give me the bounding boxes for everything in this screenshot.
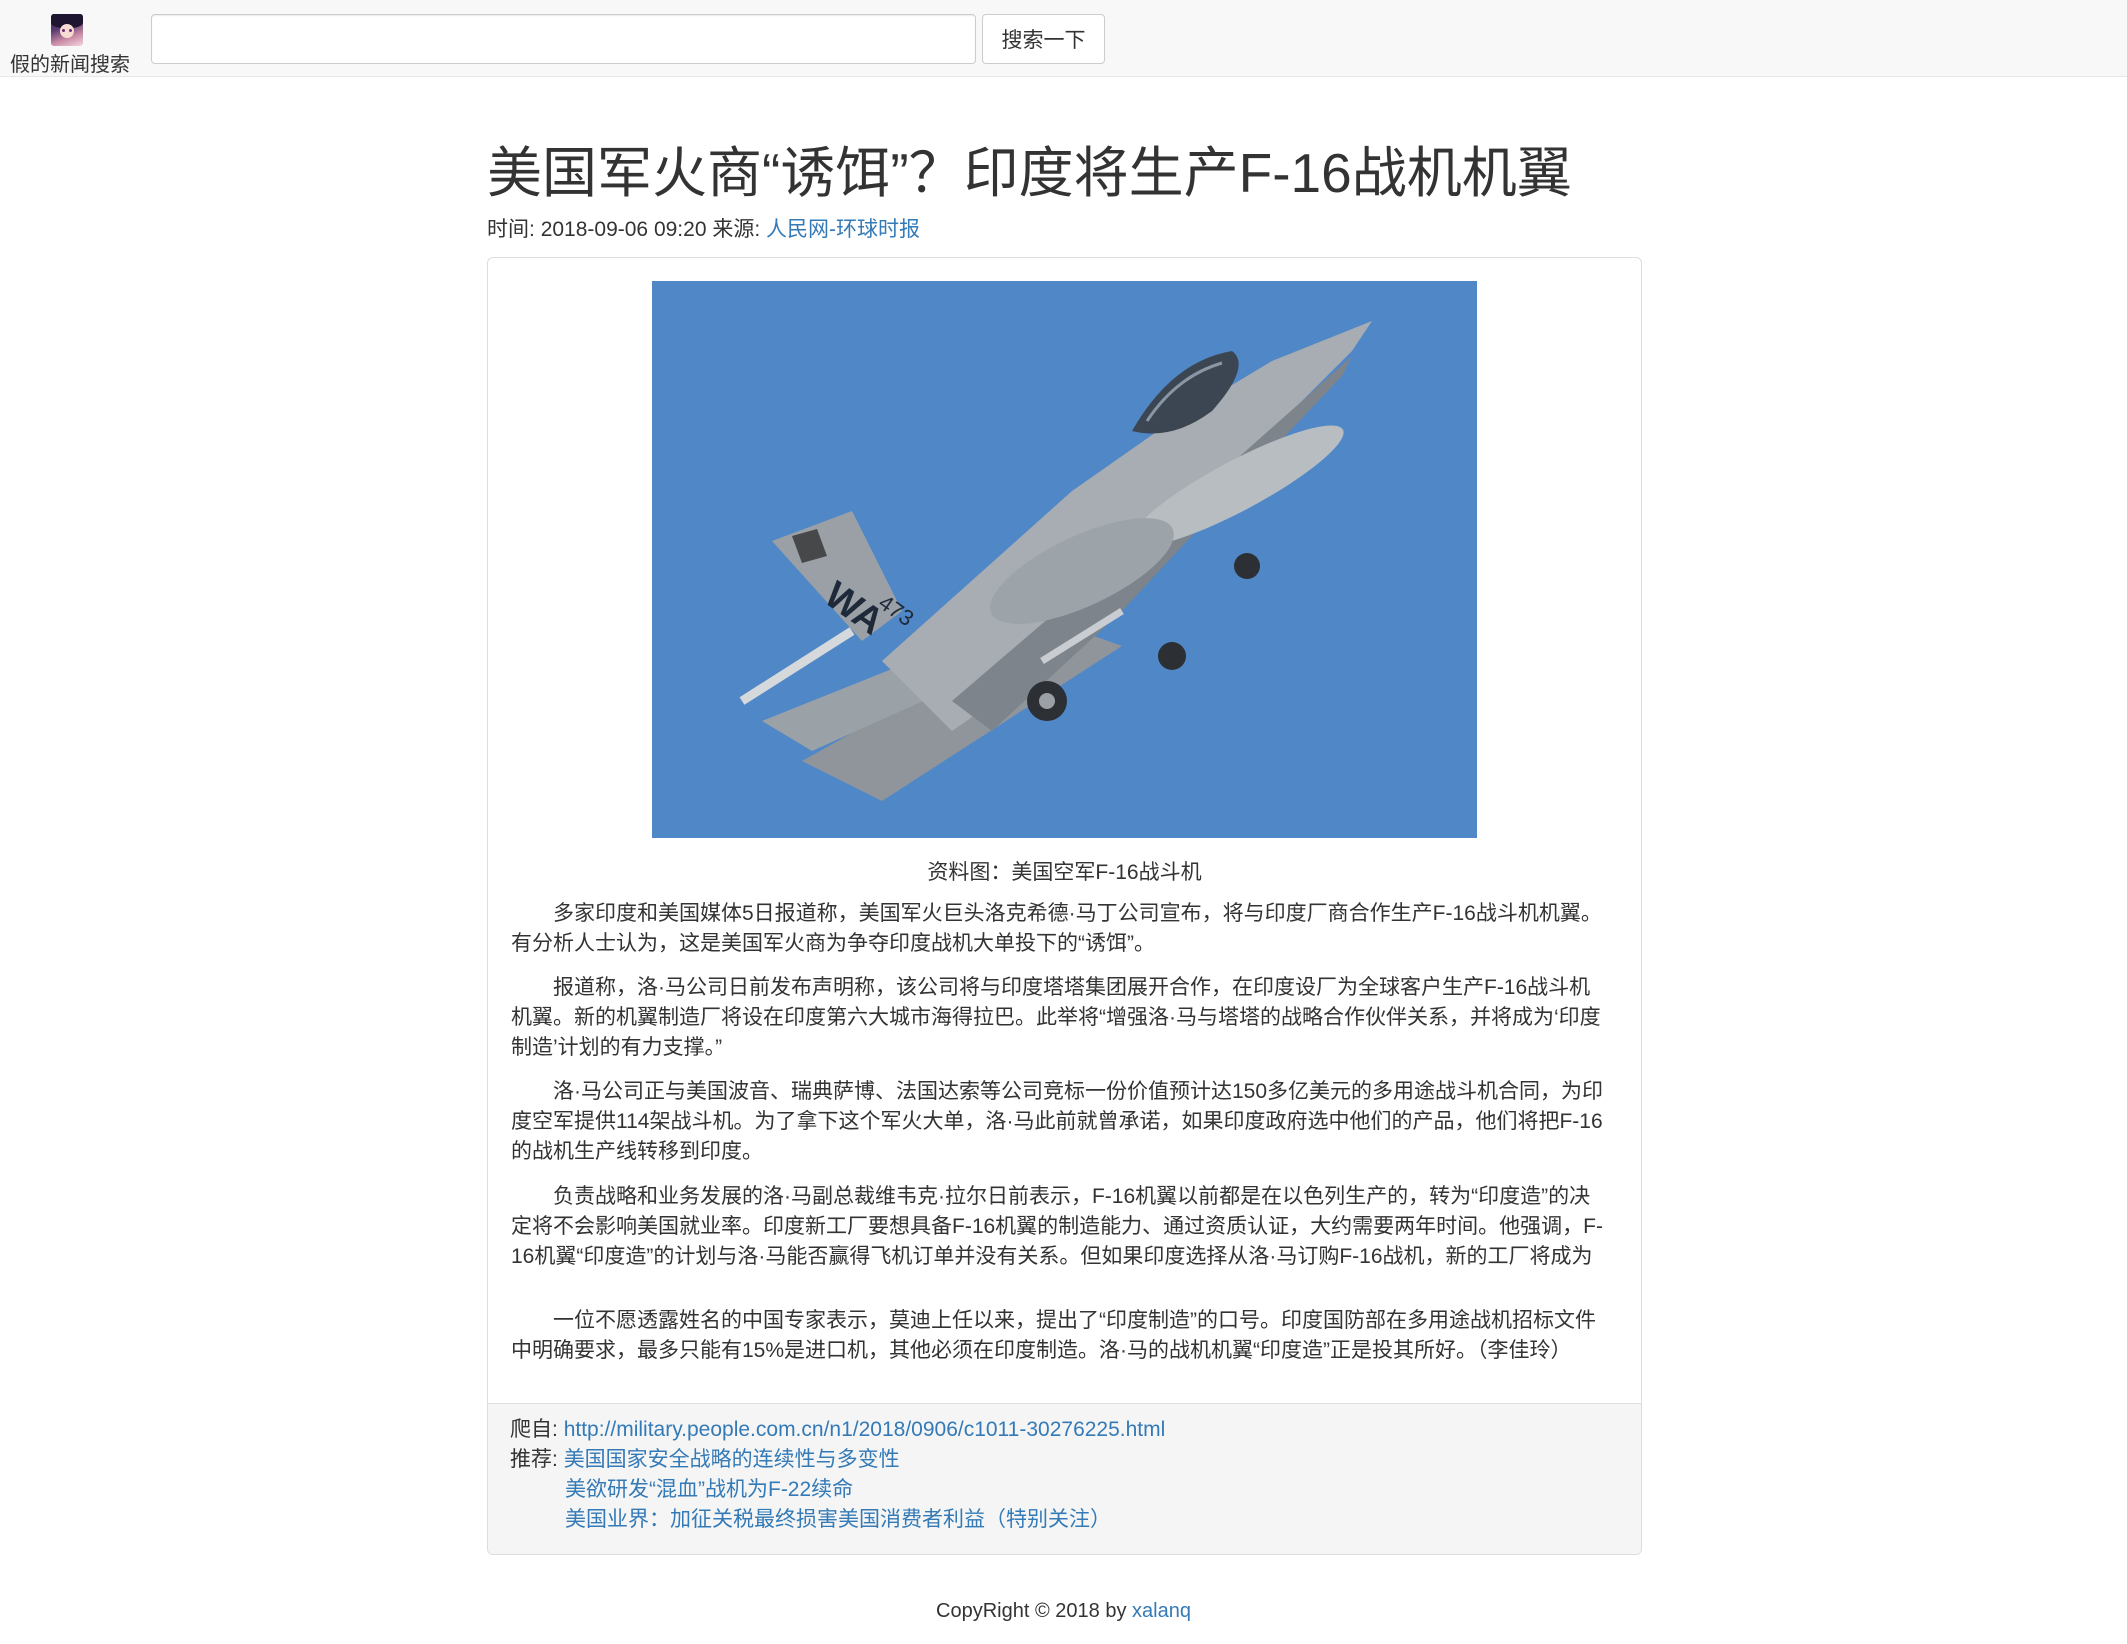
paragraph-3: 洛·马公司正与美国波音、瑞典萨博、法国达索等公司竞标一份价值预计达150多亿美元… [511,1080,1604,1163]
author-link[interactable]: xalanq [1132,1600,1191,1622]
copyright-text: CopyRight © 2018 by [936,1600,1127,1622]
article-meta: 时间: 2018-09-06 09:20 来源: 人民网-环球时报 [487,213,920,243]
search-button[interactable]: 搜索一下 [982,14,1105,64]
crawled-label: 爬自: [510,1418,558,1441]
source-label: 来源: [712,218,761,241]
copyright: CopyRight © 2018 by xalanq [0,1600,2127,1623]
recommend-row-2: 美欲研发“混血”战机为F-22续命 [565,1475,853,1505]
paragraph-1: 多家印度和美国媒体5日报道称，美国军火巨头洛克希德·马丁公司宣布，将与印度厂商合… [511,902,1602,955]
paragraph-4: 负责战略和业务发展的洛·马副总裁维韦克·拉尔日前表示，F-16机翼以前都是在以色… [511,1185,1603,1268]
paragraph-2: 报道称，洛·马公司日前发布声明称，该公司将与印度塔塔集团展开合作，在印度设厂为全… [511,976,1601,1059]
source-link[interactable]: 人民网-环球时报 [766,218,920,241]
paragraph-5: 一位不愿透露姓名的中国专家表示，莫迪上任以来，提出了“印度制造”的口号。印度国防… [511,1309,1596,1362]
search-input[interactable] [151,14,976,64]
brand-name: 假的新闻搜索 [10,54,130,76]
crawled-row: 爬自: http://military.people.com.cn/n1/201… [510,1415,1165,1445]
brand[interactable]: 假的新闻搜索 [8,12,134,76]
panel-footer: 爬自: http://military.people.com.cn/n1/201… [488,1403,1641,1554]
recommend-row-3: 美国业界：加征关税最终损害美国消费者利益（特别关注） [565,1505,1111,1535]
article-panel: WA 473 资料图：美国空军F-16战斗机 多家印度和美国媒体5日报道称，美国… [487,257,1642,1555]
time-label: 时间: [487,218,535,241]
f16-jet-image: WA 473 [652,281,1477,838]
recommend-row: 推荐: 美国国家安全战略的连续性与多变性 [510,1445,900,1475]
navbar: 假的新闻搜索 搜索一下 [0,0,2127,77]
recommend-link-2[interactable]: 美欲研发“混血”战机为F-22续命 [565,1478,853,1501]
article-body: WA 473 资料图：美国空军F-16战斗机 多家印度和美国媒体5日报道称，美国… [488,258,1641,1403]
image-caption: 资料图：美国空军F-16战斗机 [927,861,1202,884]
recommend-link-1[interactable]: 美国国家安全战略的连续性与多变性 [564,1448,900,1471]
article-title: 美国军火商“诱饵”？印度将生产F-16战机机翼 [487,142,1572,204]
recommend-label: 推荐: [510,1448,558,1471]
brand-logo-icon [51,14,83,46]
time-value: 2018-09-06 09:20 [540,218,707,241]
recommend-link-3[interactable]: 美国业界：加征关税最终损害美国消费者利益（特别关注） [565,1508,1111,1531]
article-photo: WA 473 [652,281,1477,838]
crawled-url-link[interactable]: http://military.people.com.cn/n1/2018/09… [564,1418,1166,1441]
